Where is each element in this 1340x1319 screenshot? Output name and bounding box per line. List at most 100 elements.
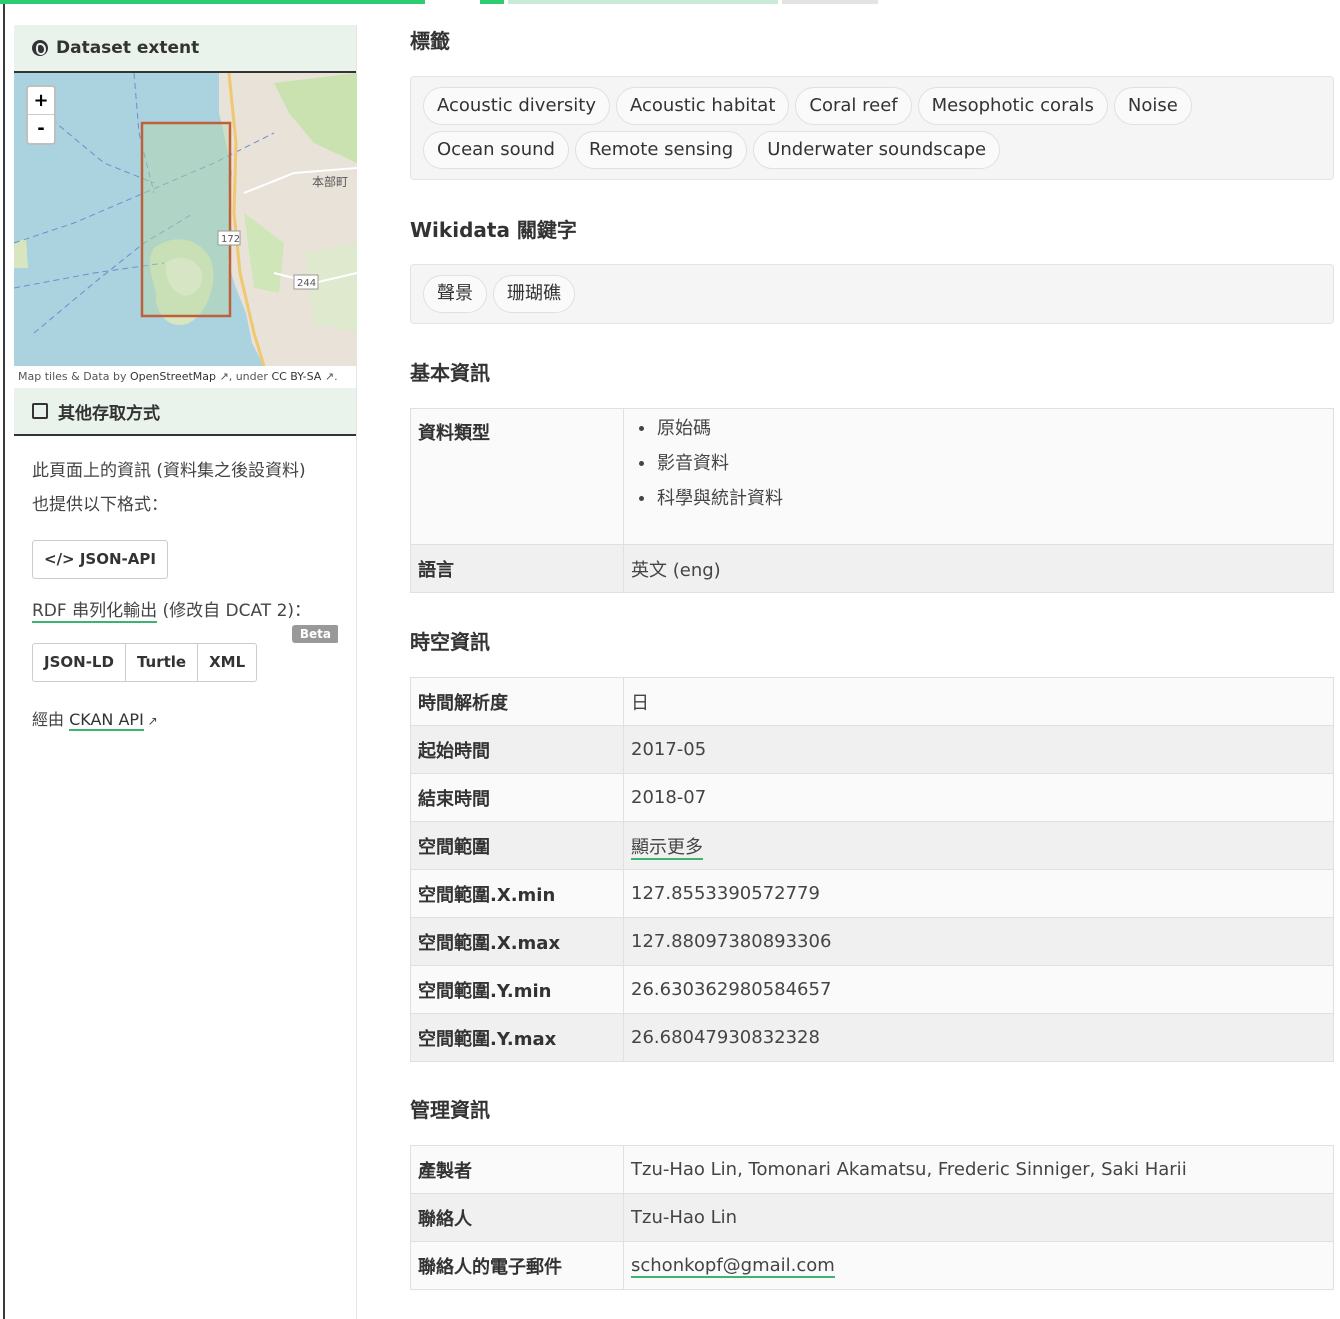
language-value: 英文 (eng) [623,544,1334,593]
row-key: 空間範圍 [410,821,624,870]
license-link[interactable]: CC BY-SA [271,370,321,383]
row-value: 2017-05 [623,725,1334,774]
json-ld-button[interactable]: JSON-LD [32,643,126,682]
row-key: 聯絡人的電子郵件 [410,1241,624,1290]
wikidata-box: 聲景 珊瑚礁 [410,264,1334,324]
type-label: 資料類型 [410,408,624,545]
rdf-link[interactable]: RDF 串列化輸出 [32,601,158,623]
tag-item[interactable]: Underwater soundscape [753,131,1001,169]
row-key: 產製者 [410,1145,624,1194]
wikidata-item[interactable]: 聲景 [423,275,487,313]
row-value: schonkopf@gmail.com [623,1241,1334,1290]
json-api-label: JSON-API [79,550,156,568]
row-key: 起始時間 [410,725,624,774]
row-key: 結束時間 [410,773,624,822]
xml-button[interactable]: XML [197,643,258,682]
row-value: Tzu-Hao Lin [623,1193,1334,1242]
show-more-link[interactable]: 顯示更多 [631,836,703,860]
rdf-button-group: JSON-LD Turtle XML [32,643,338,682]
external-link-icon: ↗ [321,370,335,383]
tag-item[interactable]: Coral reef [795,87,912,125]
table-row: 空間範圍.Y.min 26.630362980584657 [410,965,1334,1014]
copy-icon [32,403,48,419]
map-label-road-172: 172 [221,234,240,245]
external-link-icon: ↗ [143,714,158,728]
table-row: 結束時間 2018-07 [410,773,1334,822]
spatiotemporal-table: 時間解析度日 起始時間 2017-05 結束時間 2018-07 空間範圍 顯示更多 … [410,677,1334,1062]
sidebar: Dataset extent 本部町 172 244 + - Map tiles… [14,25,357,1319]
row-value: 127.8553390572779 [623,869,1334,918]
map-attribution: Map tiles & Data by OpenStreetMap ↗, und… [14,366,356,388]
table-row: 空間範圍.X.min 127.8553390572779 [410,869,1334,918]
tag-item[interactable]: Mesophotic corals [917,87,1108,125]
row-key: 空間範圍.Y.min [410,965,624,1014]
admin-table: 產製者 Tzu-Hao Lin, Tomonari Akamatsu, Frede… [410,1145,1334,1290]
globe-icon [32,40,48,56]
tag-item[interactable]: Acoustic habitat [616,87,790,125]
wikidata-title: Wikidata 關鍵字 [410,218,577,242]
dataset-extent-title: Dataset extent [56,38,200,58]
basic-info-table: 資料類型 原始碼 影音資料 科學與統計資料 語言 英文 (eng) [410,408,1334,593]
table-row: 空間範圍 顯示更多 [410,821,1334,870]
table-row: 產製者 Tzu-Hao Lin, Tomonari Akamatsu, Frede… [410,1145,1334,1194]
tag-item[interactable]: Acoustic diversity [423,87,611,125]
dataset-extent-header: Dataset extent [14,25,356,73]
other-access-title: 其他存取方式 [58,403,160,424]
list-item: 原始碼 [631,411,1326,446]
osm-link[interactable]: OpenStreetMap [130,370,216,383]
list-item: 影音資料 [631,446,1326,481]
beta-badge: Beta [291,625,338,643]
table-row: 空間範圍.X.max 127.88097380893306 [410,917,1334,966]
other-access-header: 其他存取方式 [14,388,356,436]
type-value: 原始碼 影音資料 科學與統計資料 [623,408,1334,545]
attribution-prefix: Map tiles & Data by [18,370,130,383]
ckan-api-link[interactable]: CKAN API [69,710,144,731]
table-row: 時間解析度日 [410,677,1334,726]
tag-item[interactable]: Remote sensing [574,131,748,169]
tags-box: Acoustic diversity Acoustic habitat Coral … [410,76,1334,180]
tag-item[interactable]: Noise [1113,87,1192,125]
row-key: 聯絡人 [410,1193,624,1242]
table-row: 起始時間 2017-05 [410,725,1334,774]
via-prefix: 經由 [32,710,70,729]
row-value: 2018-07 [623,773,1334,822]
zoom-in-button[interactable]: + [28,87,54,115]
other-access-body: 此頁面上的資訊 (資料集之後設資料) 也提供以下格式： </> JSON-API… [14,436,356,731]
external-link-icon: ↗ [216,370,229,383]
json-api-button[interactable]: </> JSON-API [32,540,168,579]
row-key: 空間範圍.Y.max [410,1013,624,1062]
table-row: 語言 英文 (eng) [410,544,1334,593]
table-row: 聯絡人的電子郵件 schonkopf@gmail.com [410,1241,1334,1290]
zoom-out-button[interactable]: - [28,115,54,143]
row-value: 26.630362980584657 [623,965,1334,1014]
top-progress-bar [0,0,1340,5]
turtle-button[interactable]: Turtle [124,643,199,682]
contact-email-link[interactable]: schonkopf@gmail.com [631,1255,835,1278]
row-key: 時間解析度 [410,677,624,726]
map-zoom-control: + - [26,85,56,145]
tag-item[interactable]: Ocean sound [423,131,569,169]
table-row: 空間範圍.Y.max 26.68047930832328 [410,1013,1334,1062]
list-item: 科學與統計資料 [631,481,1326,516]
table-row: 聯絡人 Tzu-Hao Lin [410,1193,1334,1242]
code-icon: </> [44,550,80,568]
row-value: 日 [623,677,1334,726]
row-value: Tzu-Hao Lin, Tomonari Akamatsu, Frederic… [623,1145,1334,1194]
attribution-mid: , under [228,370,272,383]
wikidata-item[interactable]: 珊瑚礁 [493,275,575,313]
attribution-end: . [334,370,338,383]
table-row: 資料類型 原始碼 影音資料 科學與統計資料 [410,408,1334,545]
row-value: 127.88097380893306 [623,917,1334,966]
row-value: 26.68047930832328 [623,1013,1334,1062]
rdf-line: RDF 串列化輸出 (修改自 DCAT 2)： [32,599,338,623]
type-list: 原始碼 影音資料 科學與統計資料 [631,409,1326,516]
language-label: 語言 [410,544,624,593]
basic-info-title: 基本資訊 [410,361,490,385]
extent-map[interactable]: 本部町 172 244 + - [14,73,357,366]
map-label-road-244: 244 [297,278,316,289]
formats-text-2: 也提供以下格式： [32,495,168,515]
tags-title: 標籤 [410,29,450,53]
admin-title: 管理資訊 [410,1098,490,1122]
formats-text-1: 此頁面上的資訊 (資料集之後設資料) [32,461,306,481]
map-label-town: 本部町 [312,174,348,189]
